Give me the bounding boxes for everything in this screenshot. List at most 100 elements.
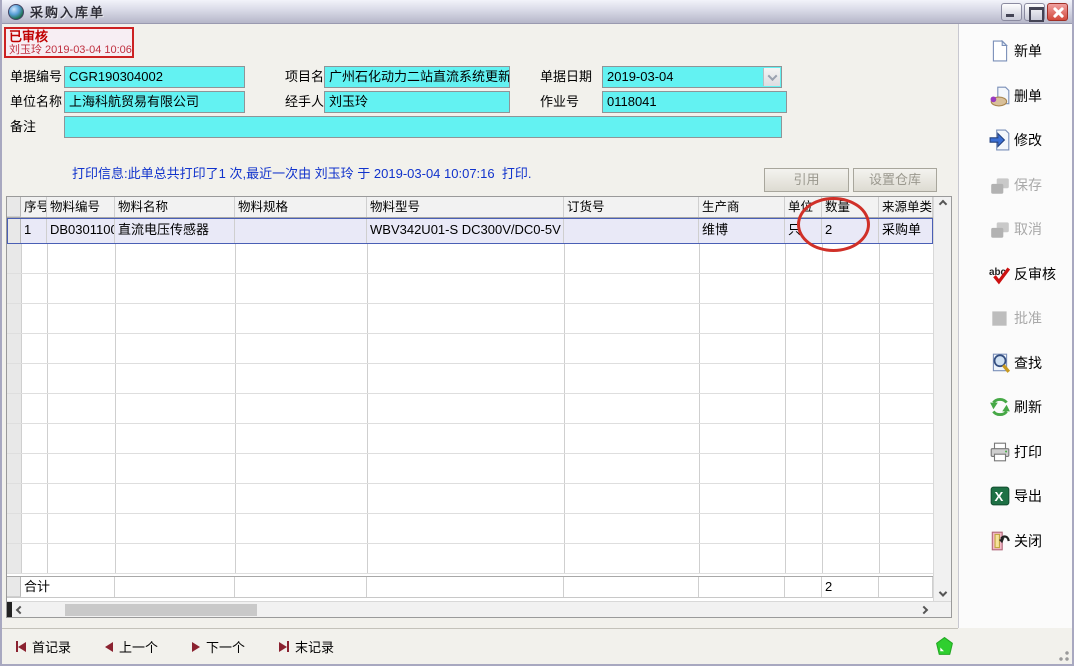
find-button[interactable]: 查找 — [989, 348, 1074, 378]
sidebar-item-label: 打印 — [1014, 442, 1042, 462]
sidebar-item-label: 导出 — [1014, 486, 1042, 506]
col-header-seq[interactable]: 序号 — [21, 197, 47, 217]
doc-date-combo[interactable]: 2019-03-04 — [602, 66, 782, 88]
sidebar-item-label: 新单 — [1014, 41, 1042, 61]
sync-status-icon[interactable] — [934, 636, 955, 657]
export-icon: X — [989, 485, 1011, 507]
hscroll-thumb[interactable] — [65, 604, 257, 616]
last-record-icon — [279, 641, 289, 652]
cancel-icon — [989, 218, 1011, 240]
job-no-label: 作业号 — [540, 93, 579, 111]
doc-no-field[interactable]: CGR190304002 — [64, 66, 245, 88]
cell-seq: 1 — [21, 218, 47, 244]
total-empty — [115, 577, 235, 597]
col-header-source[interactable]: 来源单类别 — [879, 197, 933, 217]
next-record-button[interactable]: 下一个 — [192, 637, 245, 656]
empty-grid-row[interactable] — [7, 454, 933, 484]
close-icon — [989, 530, 1011, 552]
scroll-right-icon[interactable] — [920, 605, 928, 613]
remark-field[interactable] — [64, 116, 782, 138]
empty-grid-row[interactable] — [7, 544, 933, 574]
total-empty — [235, 577, 367, 597]
cell-source: 采购单 — [879, 218, 933, 244]
col-header-name[interactable]: 物料名称 — [115, 197, 235, 217]
close-window-button[interactable] — [1047, 3, 1068, 21]
prev-record-icon — [105, 642, 113, 652]
cell-manufacturer: 维博 — [699, 218, 785, 244]
empty-grid-row[interactable] — [7, 334, 933, 364]
col-header-code[interactable]: 物料编号 — [47, 197, 115, 217]
audit-status-label: 已审核 — [9, 30, 129, 44]
empty-grid-row[interactable] — [7, 424, 933, 454]
nav-item-label: 下一个 — [206, 637, 245, 656]
company-label: 单位名称 — [10, 93, 62, 111]
prev-record-button[interactable]: 上一个 — [105, 637, 158, 656]
row-selector-cell[interactable] — [7, 218, 21, 244]
remark-label: 备注 — [10, 118, 36, 136]
new-doc-button[interactable]: 新单 — [989, 36, 1074, 66]
sidebar-item-label: 删单 — [1014, 86, 1042, 106]
grid-header-row: 序号 物料编号 物料名称 物料规格 物料型号 订货号 生产商 单位 数量 来源单… — [7, 197, 933, 218]
window-resize-grip[interactable] — [1056, 648, 1069, 661]
total-empty — [367, 577, 564, 597]
empty-grid-row[interactable] — [7, 364, 933, 394]
sidebar-item-label: 修改 — [1014, 130, 1042, 150]
last-record-button[interactable]: 末记录 — [279, 637, 334, 656]
col-header-order[interactable]: 订货号 — [564, 197, 699, 217]
scroll-down-icon[interactable] — [938, 588, 946, 596]
save-button: 保存 — [989, 170, 1074, 200]
cancel-button: 取消 — [989, 214, 1074, 244]
empty-grid-row[interactable] — [7, 514, 933, 544]
empty-grid-row[interactable] — [7, 274, 933, 304]
job-no-field[interactable]: 0118041 — [602, 91, 787, 113]
scroll-up-icon[interactable] — [938, 200, 946, 208]
company-field[interactable]: 上海科航贸易有限公司 — [64, 91, 245, 113]
audit-status-detail: 刘玉玲 2019-03-04 10:06 — [9, 44, 129, 56]
total-label: 合计 — [21, 577, 115, 597]
col-header-qty[interactable]: 数量 — [822, 197, 879, 217]
project-field[interactable]: 广州石化动力二站直流系统更新 — [324, 66, 510, 88]
new-doc-icon — [989, 40, 1011, 62]
handler-field[interactable]: 刘玉玲 — [324, 91, 510, 113]
sidebar-item-label: 取消 — [1014, 219, 1042, 239]
empty-grid-row[interactable] — [7, 244, 933, 274]
table-row[interactable]: 1 DB0301100 直流电压传感器 WBV342U01-S DC300V/D… — [7, 218, 933, 244]
total-selector-cell — [7, 577, 21, 597]
refresh-button[interactable]: 刷新 — [989, 392, 1074, 422]
sidebar-item-label: 反审核 — [1014, 264, 1056, 284]
record-nav-bar: 首记录 上一个 下一个 末记录 — [2, 628, 958, 664]
chevron-down-icon[interactable] — [763, 68, 780, 86]
close-button[interactable]: 关闭 — [989, 526, 1074, 556]
edit-doc-button[interactable]: 修改 — [989, 125, 1074, 155]
sidebar-item-label: 刷新 — [1014, 397, 1042, 417]
delete-doc-button[interactable]: 删单 — [989, 81, 1074, 111]
unaudit-button[interactable]: abc 反审核 — [989, 259, 1074, 289]
empty-grid-row[interactable] — [7, 304, 933, 334]
next-record-icon — [192, 642, 200, 652]
set-warehouse-button: 设置仓库 — [853, 168, 937, 192]
window-title: 采购入库单 — [30, 2, 105, 21]
grid-total-row: 合计 2 — [7, 576, 933, 598]
horizontal-scrollbar[interactable] — [7, 601, 951, 617]
col-header-unit[interactable]: 单位 — [785, 197, 822, 217]
vertical-scrollbar[interactable] — [933, 197, 951, 601]
sidebar-item-label: 批准 — [1014, 308, 1042, 328]
save-icon — [989, 174, 1011, 196]
cell-model: WBV342U01-S DC300V/DC0-5V 电压 — [367, 218, 564, 244]
empty-grid-row[interactable] — [7, 484, 933, 514]
first-record-button[interactable]: 首记录 — [16, 637, 71, 656]
search-icon — [989, 352, 1011, 374]
minimize-button[interactable] — [1001, 3, 1022, 21]
col-header-model[interactable]: 物料型号 — [367, 197, 564, 217]
empty-grid-row[interactable] — [7, 394, 933, 424]
export-button[interactable]: X 导出 — [989, 481, 1074, 511]
action-sidebar: 新单 删单 修改 保存 取消 — [958, 24, 1074, 628]
scroll-left-icon[interactable] — [16, 605, 24, 613]
col-header-manufacturer[interactable]: 生产商 — [699, 197, 785, 217]
doc-date-label: 单据日期 — [540, 68, 592, 86]
maximize-button[interactable] — [1024, 3, 1045, 21]
col-header-spec[interactable]: 物料规格 — [235, 197, 367, 217]
print-button[interactable]: 打印 — [989, 437, 1074, 467]
items-grid: 序号 物料编号 物料名称 物料规格 物料型号 订货号 生产商 单位 数量 来源单… — [6, 196, 952, 618]
cell-spec — [235, 218, 367, 244]
